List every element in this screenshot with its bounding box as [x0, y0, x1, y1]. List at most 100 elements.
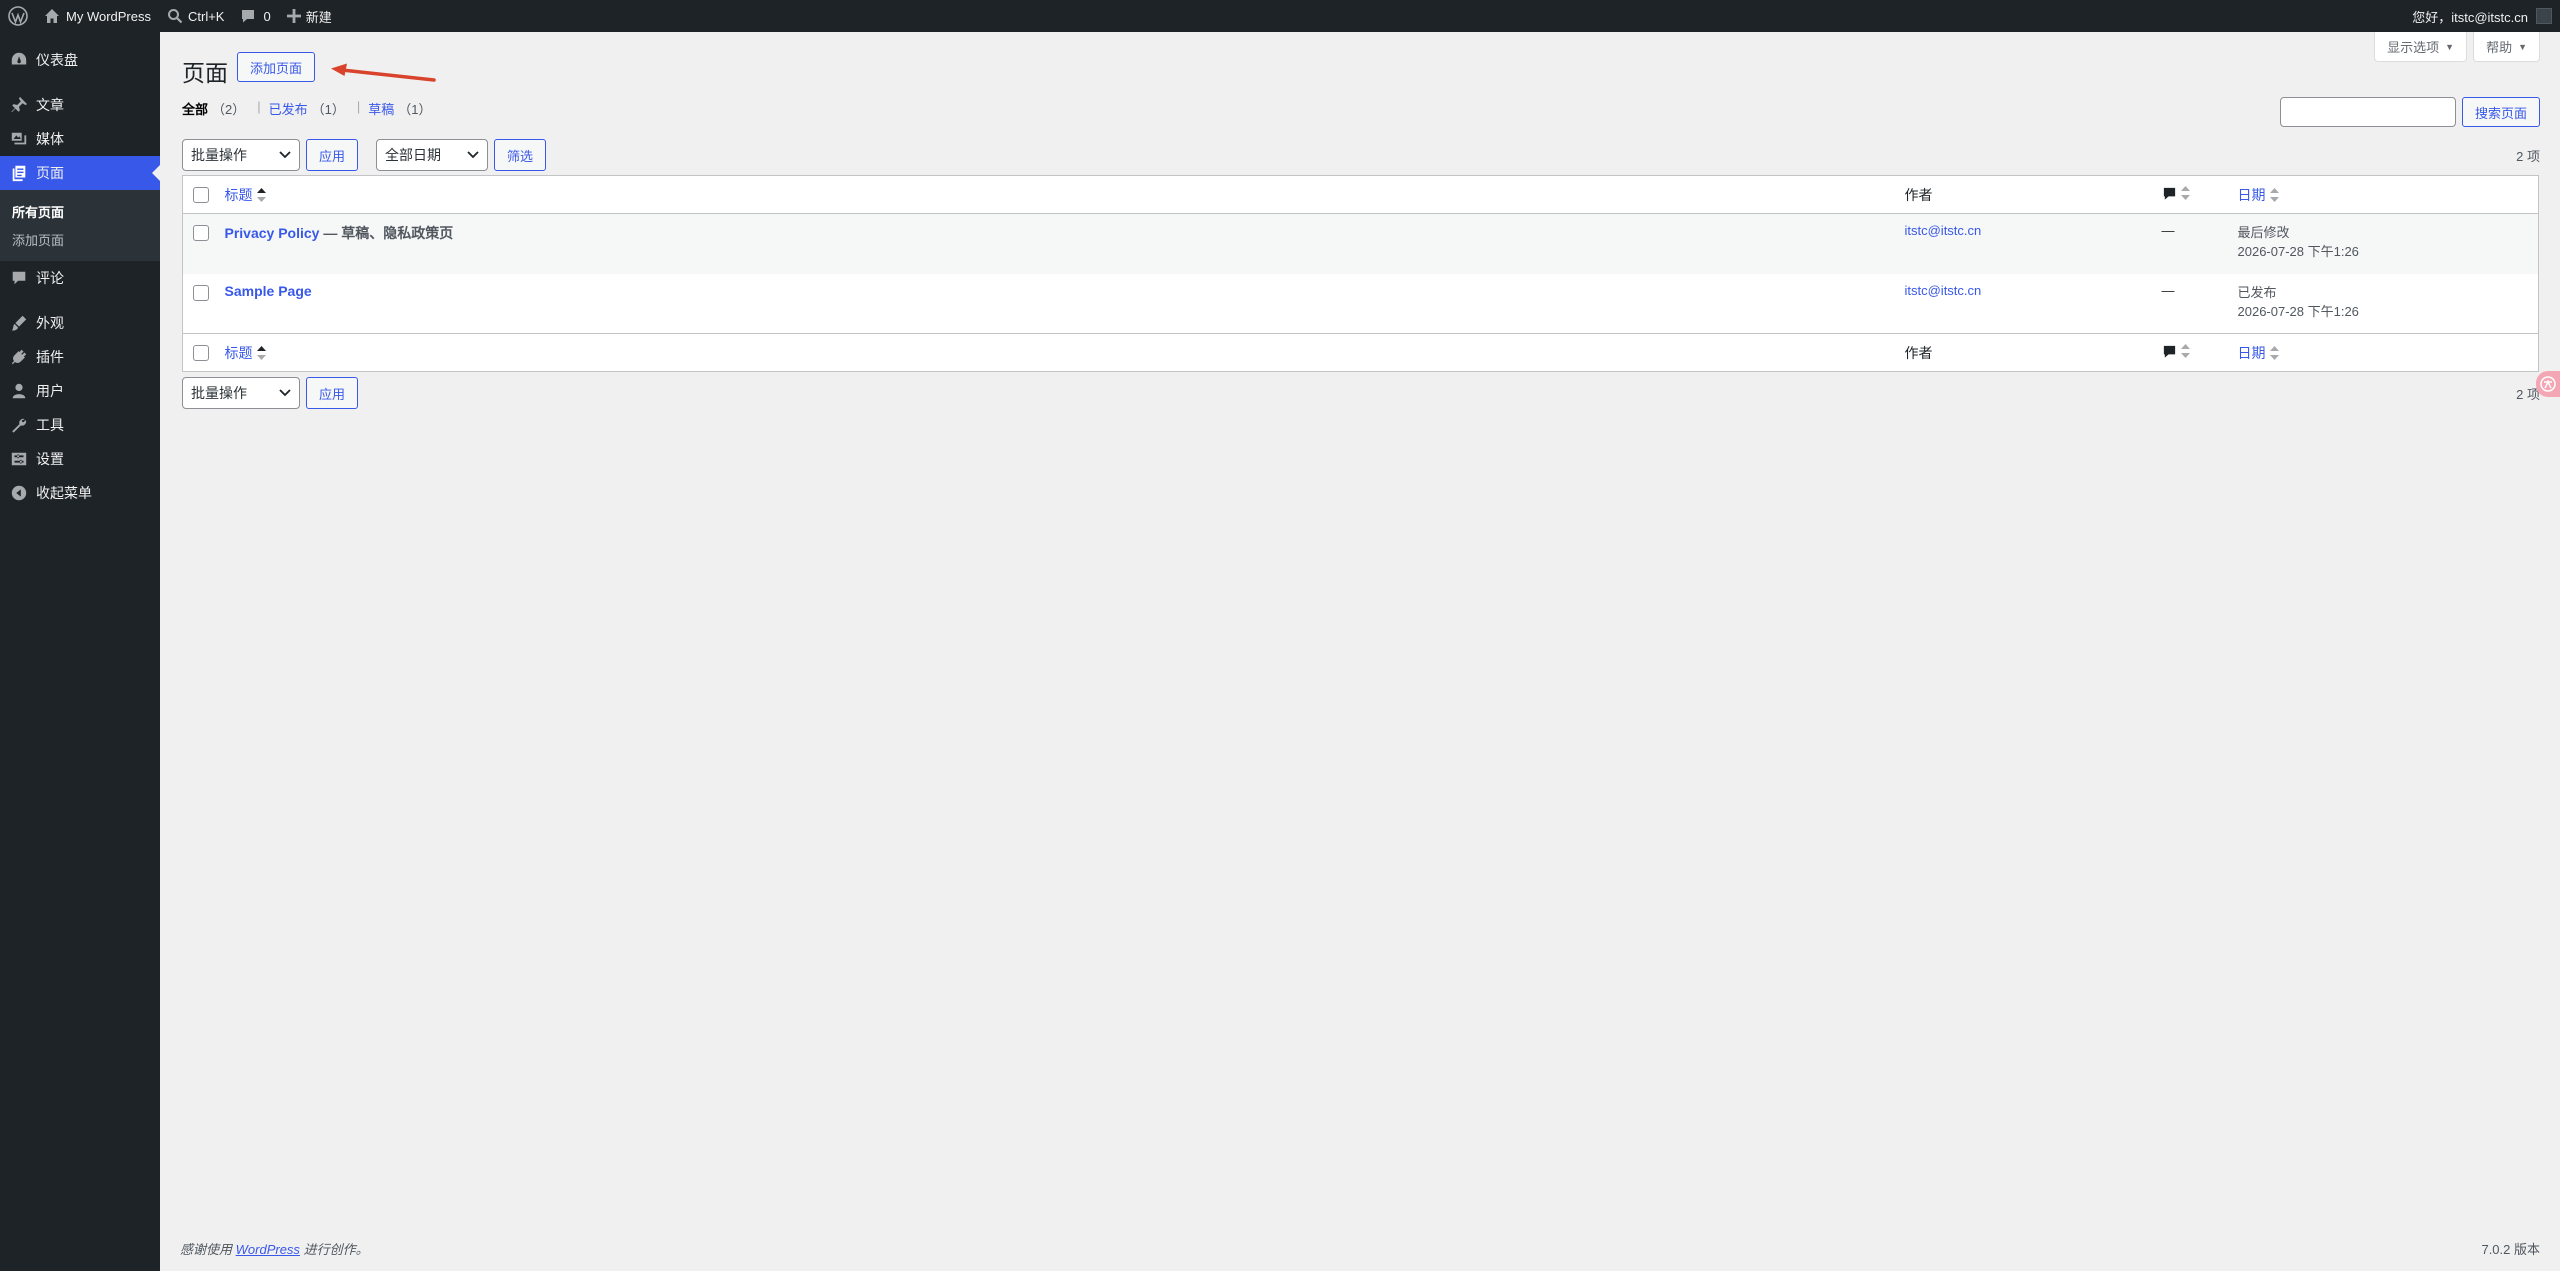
- date-value: 2026-07-28 下午1:26: [2237, 303, 2359, 319]
- menu-settings[interactable]: 设置: [0, 442, 160, 476]
- search-input[interactable]: [2279, 97, 2456, 127]
- pin-icon: [11, 96, 28, 113]
- filter-all[interactable]: 全部: [182, 99, 208, 118]
- wordpress-logo-icon[interactable]: [0, 0, 36, 32]
- admin-sidebar: 仪表盘 文章 媒体 页面 所有页面 添加页面 评论 外观 插件 用户 工具 设置: [0, 32, 160, 1271]
- row-title-link[interactable]: Sample Page: [225, 283, 312, 299]
- comment-icon: [12, 271, 26, 285]
- author-link[interactable]: itstc@itstc.cn: [1905, 283, 1982, 298]
- caret-down-icon: ▼: [2518, 41, 2527, 52]
- media-icon: [11, 132, 27, 145]
- sort-arrows-icon: [256, 345, 266, 360]
- row-checkbox[interactable]: [193, 284, 209, 301]
- search-pages-button[interactable]: 搜索页面: [2461, 97, 2540, 127]
- menu-users[interactable]: 用户: [0, 374, 160, 408]
- filter-all-count: （2）: [212, 102, 246, 117]
- sort-by-date-bottom[interactable]: 日期: [2238, 343, 2279, 363]
- bulk-actions-select-bottom[interactable]: 批量操作: [182, 377, 300, 409]
- filter-published-count: （1）: [311, 102, 345, 117]
- comments-value: —: [2161, 282, 2175, 298]
- column-date-label: 日期: [2237, 344, 2266, 361]
- floating-assistant-icon[interactable]: [2536, 371, 2560, 397]
- filter-draft[interactable]: 草稿: [368, 99, 394, 118]
- comments-link[interactable]: 0: [232, 0, 278, 32]
- apply-button-bottom[interactable]: 应用: [306, 377, 359, 409]
- select-all-checkbox-bottom[interactable]: [193, 344, 209, 361]
- footer-thanks: 感谢使用 WordPress 进行创作。: [180, 1239, 369, 1258]
- comments-value: —: [2161, 223, 2175, 238]
- sort-arrows-icon: [2180, 344, 2190, 358]
- help-label: 帮助: [2486, 40, 2513, 55]
- settings-icon: [11, 452, 27, 466]
- footer-wordpress-link[interactable]: WordPress: [236, 1242, 300, 1257]
- tablenav-top: 批量操作 应用 全部日期 筛选: [182, 139, 547, 171]
- menu-label: 插件: [36, 349, 64, 365]
- sort-arrows-icon: [256, 187, 266, 202]
- site-name-link[interactable]: My WordPress: [36, 0, 159, 32]
- date-status: 最后修改: [2237, 225, 2290, 240]
- menu-comments[interactable]: 评论: [0, 261, 160, 295]
- command-palette-button[interactable]: Ctrl+K: [159, 0, 232, 32]
- sort-arrows-icon: [2269, 345, 2279, 360]
- search-box: 搜索页面: [2279, 97, 2540, 127]
- submenu-add-page[interactable]: 添加页面: [0, 225, 160, 253]
- menu-pages[interactable]: 页面: [0, 156, 160, 190]
- bulk-actions-select[interactable]: 批量操作: [182, 139, 300, 171]
- search-shortcut: Ctrl+K: [188, 8, 225, 24]
- collapse-menu-button[interactable]: 收起菜单: [0, 476, 160, 510]
- menu-tools[interactable]: 工具: [0, 408, 160, 442]
- table-footer: 标题 作者 日期: [182, 333, 2539, 372]
- page-title: 页面: [182, 60, 228, 86]
- site-name: My WordPress: [66, 8, 151, 24]
- screen-options-label: 显示选项: [2387, 40, 2440, 55]
- column-author-label: 作者: [1904, 344, 1933, 361]
- column-author-label: 作者: [1904, 186, 1933, 203]
- sort-by-comments[interactable]: [2162, 186, 2190, 201]
- menu-dashboard[interactable]: 仪表盘: [0, 43, 160, 77]
- date-filter-select[interactable]: 全部日期: [376, 139, 489, 171]
- menu-label: 仪表盘: [36, 52, 78, 68]
- menu-media[interactable]: 媒体: [0, 122, 160, 156]
- plus-icon: [286, 9, 301, 23]
- row-title-link[interactable]: Privacy Policy: [225, 225, 320, 241]
- filter-button[interactable]: 筛选: [494, 139, 547, 171]
- my-account-menu[interactable]: 您好，itstc@itstc.cn: [2412, 0, 2560, 32]
- menu-label: 工具: [36, 417, 64, 433]
- greeting: 您好，itstc@itstc.cn: [2412, 9, 2528, 25]
- menu-label: 文章: [36, 97, 64, 113]
- add-page-button[interactable]: 添加页面: [237, 52, 316, 82]
- menu-posts[interactable]: 文章: [0, 88, 160, 122]
- apply-button[interactable]: 应用: [306, 139, 359, 171]
- user-icon: [12, 383, 26, 399]
- sort-by-title[interactable]: 标题: [225, 185, 266, 205]
- collapse-icon: [11, 485, 27, 501]
- row-checkbox[interactable]: [193, 225, 209, 241]
- date-value: 2026-07-28 下午1:26: [2237, 244, 2359, 259]
- annotation-arrow-icon: [331, 63, 436, 82]
- select-all-checkbox[interactable]: [193, 186, 209, 203]
- screen-options-button[interactable]: 显示选项 ▼: [2374, 32, 2468, 62]
- menu-appearance[interactable]: 外观: [0, 306, 160, 340]
- date-filter-value: 全部日期: [385, 147, 442, 163]
- items-count: 2 项: [2516, 149, 2540, 164]
- main-content: 显示选项 ▼ 帮助 ▼ 页面 添加页面 全部 （2） | 已发布 （1） | 草…: [160, 32, 2560, 1271]
- pages-table: 标题 作者 日期 Privacy Policy — 草稿、隐私政策页 itstc…: [182, 175, 2539, 372]
- menu-label: 用户: [36, 383, 64, 399]
- new-label: 新建: [305, 9, 332, 25]
- sort-by-comments-bottom[interactable]: [2162, 344, 2190, 359]
- new-content-menu[interactable]: 新建: [279, 0, 340, 32]
- help-button[interactable]: 帮助 ▼: [2473, 32, 2540, 62]
- wrench-icon: [12, 418, 27, 433]
- menu-plugins[interactable]: 插件: [0, 340, 160, 374]
- bulk-actions-value: 批量操作: [191, 147, 247, 163]
- comment-column-icon: [2163, 187, 2175, 200]
- comments-count: 0: [263, 8, 271, 24]
- author-link[interactable]: itstc@itstc.cn: [1905, 223, 1982, 238]
- submenu-all-pages[interactable]: 所有页面: [0, 197, 160, 225]
- sort-by-date[interactable]: 日期: [2238, 185, 2279, 205]
- status-filter-links: 全部 （2） | 已发布 （1） | 草稿 （1）: [182, 99, 432, 118]
- sort-by-title-bottom[interactable]: 标题: [225, 343, 266, 363]
- sort-arrows-icon: [2269, 187, 2279, 202]
- filter-published[interactable]: 已发布: [269, 99, 308, 118]
- menu-label: 收起菜单: [36, 485, 92, 501]
